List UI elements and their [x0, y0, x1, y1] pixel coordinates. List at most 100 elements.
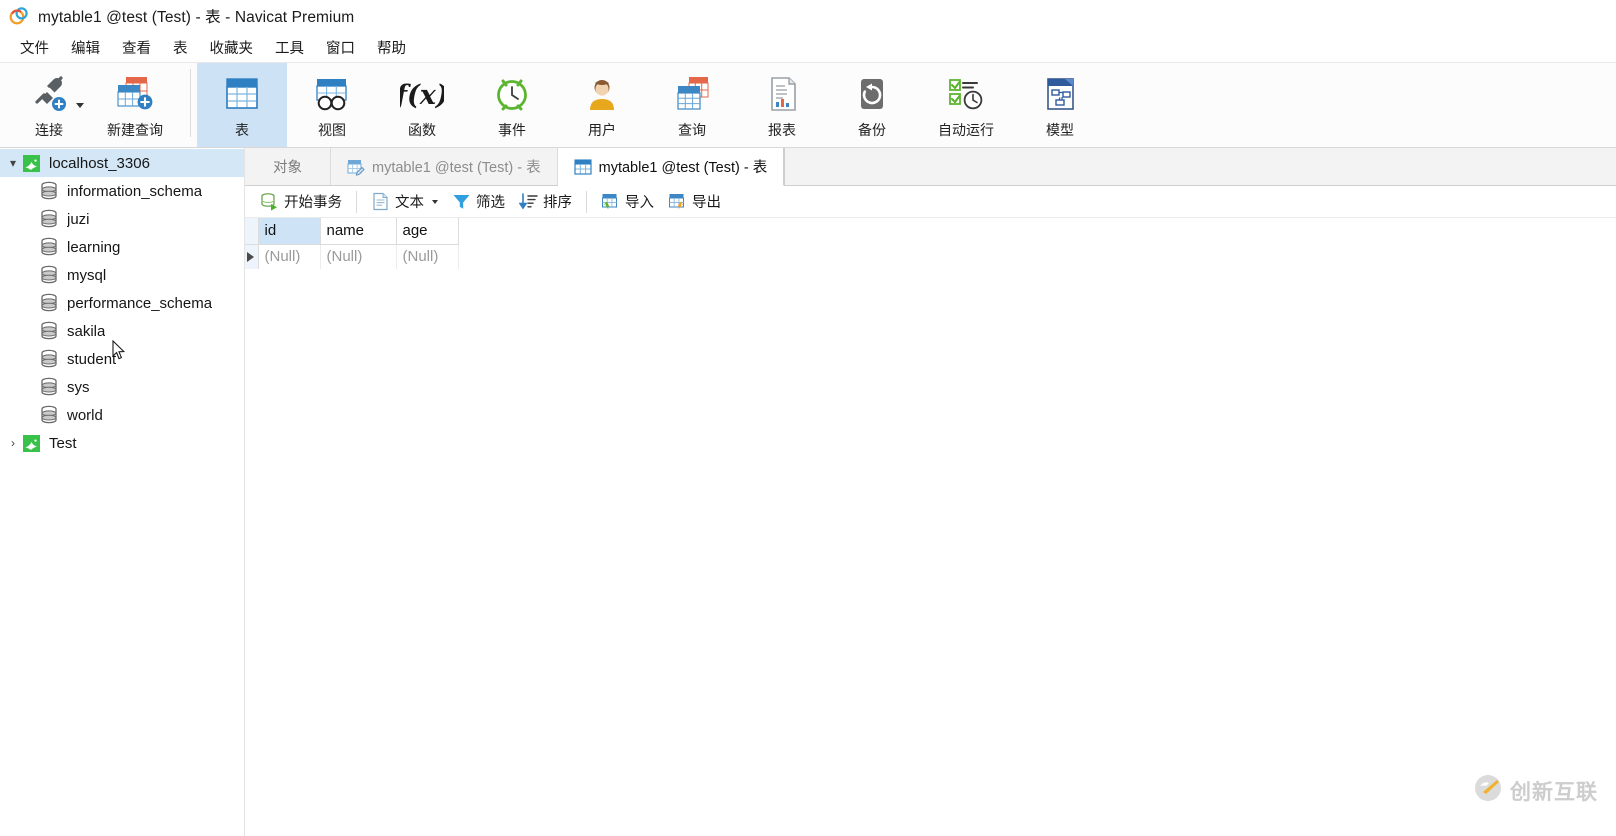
gridbar-label: 筛选	[476, 195, 505, 211]
chevron-right-icon[interactable]: ›	[4, 436, 22, 450]
table-row[interactable]: (Null) (Null) (Null)	[245, 244, 459, 269]
tree-db-performance-schema[interactable]: performance_schema	[0, 289, 244, 317]
data-grid-header-row: id name age	[245, 218, 459, 245]
menu-edit[interactable]: 编辑	[60, 34, 111, 61]
query-tables-icon	[670, 72, 714, 116]
current-row-arrow-icon	[247, 251, 254, 262]
tab-label: mytable1 @test (Test) - 表	[598, 160, 768, 176]
tree-db-sakila[interactable]: sakila	[0, 317, 244, 345]
toolbar-label-query: 查询	[678, 122, 706, 138]
toolbar-button-function[interactable]: f(x) 函数	[377, 63, 467, 147]
menu-view[interactable]: 查看	[111, 34, 162, 61]
menu-file[interactable]: 文件	[9, 34, 60, 61]
connection-plug-add-icon	[27, 72, 71, 116]
window-title: mytable1 @test (Test) - 表 - Navicat Prem…	[38, 9, 355, 26]
tree-db-sys[interactable]: sys	[0, 373, 244, 401]
database-icon	[40, 293, 58, 313]
gridbar-separator	[356, 190, 357, 213]
chevron-down-icon[interactable]	[76, 103, 84, 108]
tab-label: mytable1 @test (Test) - 表	[372, 160, 541, 176]
toolbar-button-backup[interactable]: 备份	[827, 63, 917, 147]
sort-button[interactable]: 排序	[512, 189, 579, 215]
mysql-connection-icon	[22, 434, 41, 453]
database-icon	[40, 181, 58, 201]
table-grid-icon	[221, 72, 263, 116]
automation-checklist-clock-icon	[942, 72, 990, 116]
begin-transaction-button[interactable]: 开始事务	[253, 189, 349, 215]
connection-tree-sidebar[interactable]: ▾ localhost_3306 information_schema juzi…	[0, 148, 245, 836]
toolbar-button-model[interactable]: 模型	[1015, 63, 1105, 147]
toolbar-label-backup: 备份	[858, 122, 886, 138]
tree-db-juzi[interactable]: juzi	[0, 205, 244, 233]
toolbar-label-new-query: 新建查询	[107, 122, 163, 138]
toolbar-button-user[interactable]: 用户	[557, 63, 647, 147]
cell-id[interactable]: (Null)	[258, 244, 321, 269]
svg-text:f(x): f(x)	[400, 80, 444, 111]
tab-objects[interactable]: 对象	[245, 148, 331, 185]
navicat-logo-icon	[8, 5, 30, 27]
tree-db-mysql[interactable]: mysql	[0, 261, 244, 289]
tree-label: information_schema	[67, 182, 203, 200]
menu-table[interactable]: 表	[162, 34, 199, 61]
menu-favorites[interactable]: 收藏夹	[199, 34, 265, 61]
tree-db-world[interactable]: world	[0, 401, 244, 429]
tree-db-student[interactable]: student	[0, 345, 244, 373]
toolbar-button-query[interactable]: 查询	[647, 63, 737, 147]
export-button[interactable]: 导出	[661, 189, 728, 215]
toolbar-label-model: 模型	[1046, 122, 1074, 138]
toolbar-button-report[interactable]: 报表	[737, 63, 827, 147]
tab-label: 对象	[273, 160, 302, 176]
database-icon	[40, 405, 58, 425]
text-document-icon	[371, 192, 390, 211]
tab-table-data[interactable]: mytable1 @test (Test) - 表	[557, 148, 785, 186]
chevron-down-icon[interactable]	[432, 199, 438, 204]
tab-strip-filler	[784, 148, 1616, 185]
tree-label: student	[67, 350, 117, 368]
tree-connection-localhost[interactable]: ▾ localhost_3306	[0, 149, 244, 177]
toolbar-button-event[interactable]: 事件	[467, 63, 557, 147]
menu-tools[interactable]: 工具	[264, 34, 315, 61]
tree-label: performance_schema	[67, 294, 213, 312]
tab-table-design[interactable]: mytable1 @test (Test) - 表	[331, 148, 558, 185]
begin-transaction-icon	[260, 192, 279, 211]
cell-age[interactable]: (Null)	[396, 244, 459, 269]
navicat-window: mytable1 @test (Test) - 表 - Navicat Prem…	[0, 0, 1616, 836]
tree-label: Test	[49, 434, 77, 452]
tree-label: world	[67, 406, 103, 424]
column-header-name[interactable]: name	[320, 218, 397, 245]
table-design-icon	[347, 158, 365, 176]
toolbar-button-table[interactable]: 表	[197, 63, 287, 147]
menu-help[interactable]: 帮助	[366, 34, 417, 61]
tree-db-information-schema[interactable]: information_schema	[0, 177, 244, 205]
database-icon	[40, 349, 58, 369]
toolbar-label-function: 函数	[408, 122, 436, 138]
event-clock-icon	[490, 72, 534, 116]
column-header-id[interactable]: id	[258, 218, 321, 245]
column-header-age[interactable]: age	[396, 218, 459, 245]
mysql-connection-icon	[22, 154, 41, 173]
filter-funnel-icon	[452, 192, 471, 211]
menu-window[interactable]: 窗口	[315, 34, 366, 61]
row-indicator	[245, 244, 259, 269]
tree-connection-test[interactable]: › Test	[0, 429, 244, 457]
import-button[interactable]: 导入	[594, 189, 661, 215]
database-icon	[40, 237, 58, 257]
toolbar-button-connection[interactable]: 连接	[12, 63, 86, 147]
title-bar: mytable1 @test (Test) - 表 - Navicat Prem…	[0, 0, 1616, 32]
tree-label: mysql	[67, 266, 107, 284]
tree-label: juzi	[67, 210, 90, 228]
text-view-button[interactable]: 文本	[364, 189, 445, 215]
toolbar-button-view[interactable]: 视图	[287, 63, 377, 147]
cell-name[interactable]: (Null)	[320, 244, 397, 269]
chevron-down-icon[interactable]: ▾	[4, 156, 22, 170]
data-grid[interactable]: id name age (Null) (Null) (Null)	[245, 218, 1616, 836]
toolbar-button-automation[interactable]: 自动运行	[917, 63, 1015, 147]
tree-label: learning	[67, 238, 121, 256]
sort-icon	[519, 192, 538, 211]
import-icon	[601, 192, 620, 211]
filter-button[interactable]: 筛选	[445, 189, 512, 215]
gridbar-label: 文本	[395, 195, 424, 211]
database-icon	[40, 209, 58, 229]
tree-db-learning[interactable]: learning	[0, 233, 244, 261]
toolbar-button-new-query[interactable]: 新建查询	[86, 63, 184, 147]
